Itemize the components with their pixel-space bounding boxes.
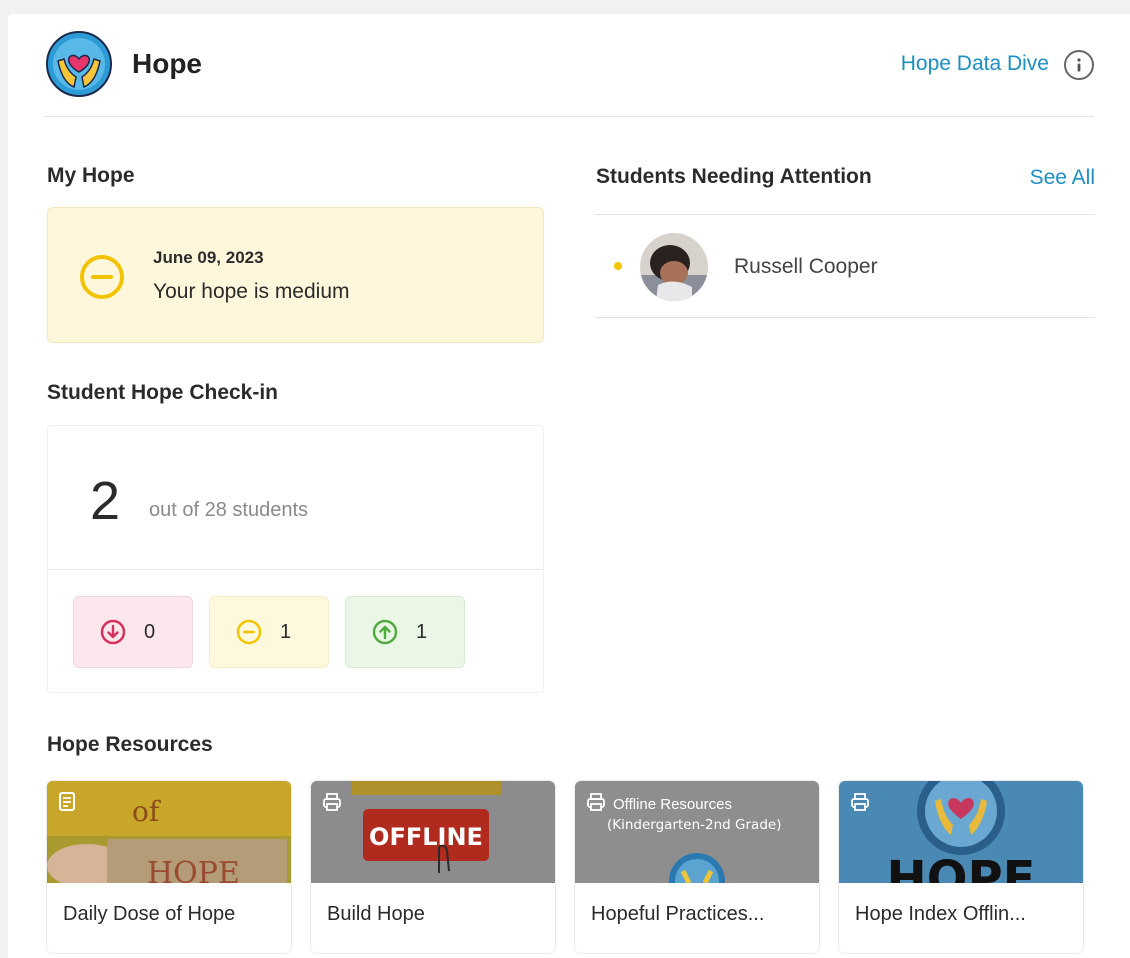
resource-card-hope-index-offline[interactable]: HOPE Hope Index Offlin... [839, 781, 1083, 953]
my-hope-panel: June 09, 2023 Your hope is medium [47, 207, 544, 343]
printer-icon [323, 793, 341, 811]
students-attention-title: Students Needing Attention [596, 165, 872, 188]
resource-card-build-hope[interactable]: OFFLINE Build Hope [311, 781, 555, 953]
student-list-item[interactable]: Russell Cooper [595, 215, 1095, 317]
arrow-up-circle-icon [372, 619, 398, 645]
resource-label: Daily Dose of Hope [63, 903, 236, 925]
checkin-total-label: out of 28 students [149, 499, 309, 521]
student-avatar [640, 233, 708, 301]
thumb-text-kindergarten: (Kindergarten-2nd Grade) [607, 817, 781, 833]
high-hope-count: 1 [416, 620, 428, 643]
printer-icon [587, 793, 605, 811]
resource-label: Hope Index Offlin... [855, 903, 1026, 925]
low-hope-count: 0 [144, 620, 156, 643]
hope-data-dive-link[interactable]: Hope Data Dive [901, 52, 1049, 76]
resource-thumbnail: OFFLINE [311, 781, 555, 883]
my-hope-status: Your hope is medium [153, 280, 350, 303]
see-all-link[interactable]: See All [1030, 166, 1095, 190]
document-icon [59, 792, 75, 811]
build-hope-thumbnail-image: OFFLINE [311, 781, 555, 883]
resource-thumbnail: of HOPE [47, 781, 291, 883]
hope-header: Hope Hope Data Dive [44, 14, 1094, 117]
checkin-panel: 2 out of 28 students 0 1 1 [47, 425, 544, 693]
resource-label: Hopeful Practices... [591, 903, 765, 925]
low-hope-count-pill[interactable]: 0 [73, 596, 193, 668]
hope-index-thumbnail-image: HOPE [839, 781, 1083, 883]
thumb-text-of: of [132, 795, 162, 828]
info-glyph-icon [1077, 58, 1081, 72]
daily-dose-thumbnail-image: of HOPE [47, 781, 291, 883]
resource-label: Build Hope [327, 903, 425, 925]
info-icon[interactable] [1064, 50, 1094, 80]
my-hope-title: My Hope [47, 164, 135, 187]
page-title: Hope [132, 48, 202, 79]
my-hope-date: June 09, 2023 [153, 248, 264, 267]
medium-hope-count: 1 [280, 620, 292, 643]
checkin-summary: 2 out of 28 students [48, 426, 543, 570]
resource-card-hopeful-practices[interactable]: (Kindergarten-2nd Grade) Offline Resourc… [575, 781, 819, 953]
resource-thumbnail: HOPE [839, 781, 1083, 883]
medium-hope-icon [80, 255, 124, 299]
resource-card-daily-dose[interactable]: of HOPE Daily Dose of Hope [47, 781, 291, 953]
thumb-text-hope: HOPE [147, 856, 240, 883]
printer-icon [851, 793, 869, 811]
checkin-count: 2 [90, 471, 121, 531]
divider [595, 317, 1095, 318]
arrow-down-circle-icon [100, 619, 126, 645]
hope-logo-icon [46, 31, 112, 97]
student-name: Russell Cooper [734, 255, 878, 278]
thumb-text-offline-resources: Offline Resources [613, 796, 732, 813]
high-hope-count-pill[interactable]: 1 [345, 596, 465, 668]
thumb-text-offline: OFFLINE [369, 823, 483, 851]
hope-resources-title: Hope Resources [47, 733, 213, 756]
status-dot [614, 262, 622, 270]
thumb-text-hope-index: HOPE [887, 851, 1036, 883]
hope-card: Hope Hope Data Dive My Hope June 09, 202… [8, 14, 1130, 958]
medium-hope-count-pill[interactable]: 1 [209, 596, 329, 668]
minus-circle-icon [236, 619, 262, 645]
student-checkin-title: Student Hope Check-in [47, 381, 279, 404]
